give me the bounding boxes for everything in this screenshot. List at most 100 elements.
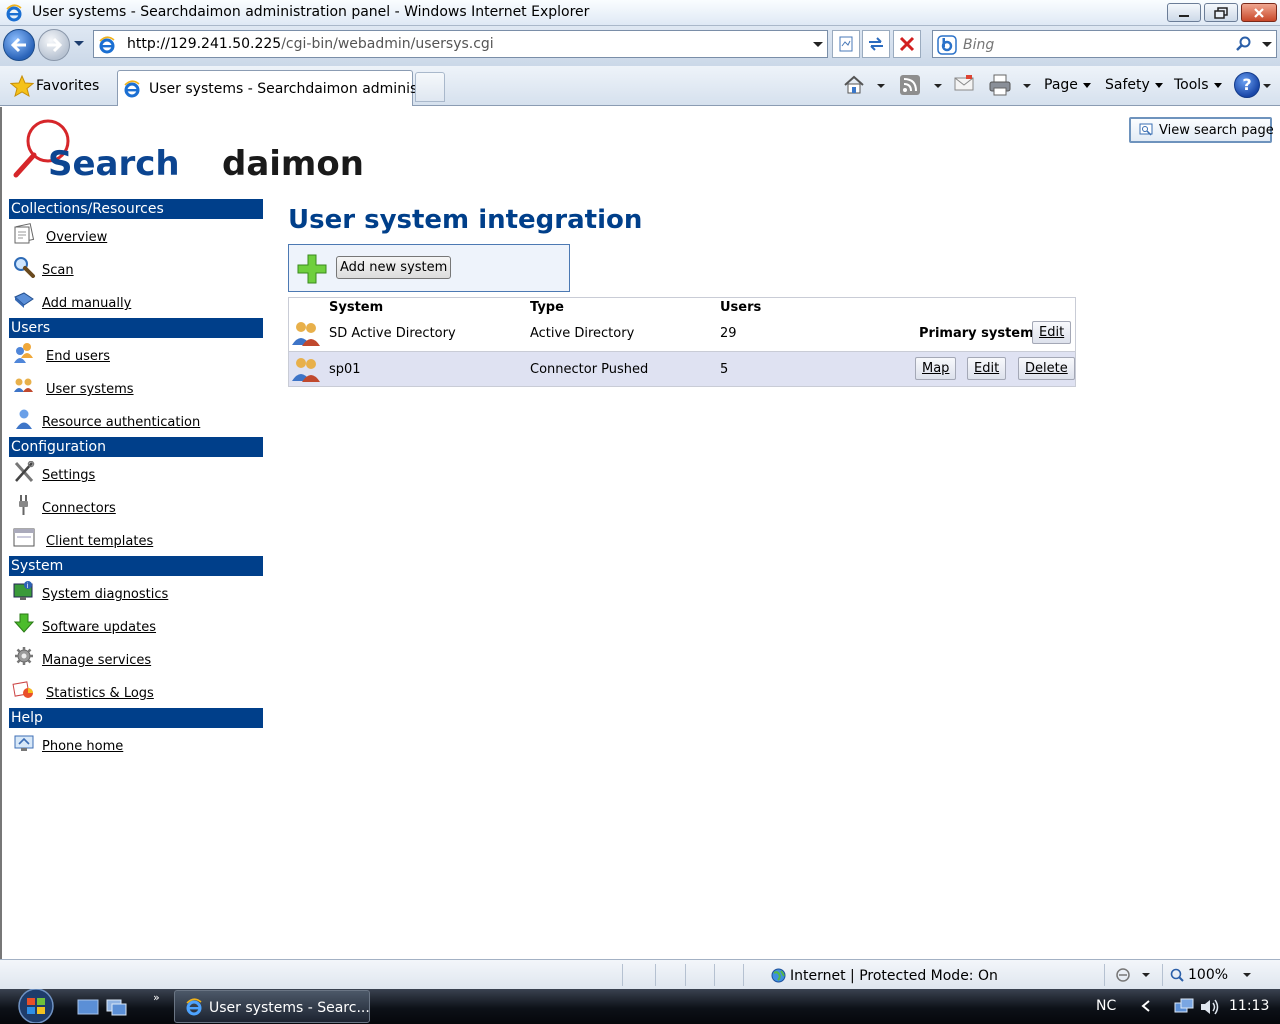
sidebar-item-end-users[interactable]: End users xyxy=(9,338,263,371)
download-arrow-icon xyxy=(13,613,35,633)
clock[interactable]: 11:13 xyxy=(1229,998,1269,1014)
address-dropdown-icon[interactable] xyxy=(813,42,823,48)
star-icon xyxy=(10,75,34,97)
logo-text-daimon: daimon xyxy=(222,144,364,184)
back-button[interactable] xyxy=(3,29,35,61)
status-separator xyxy=(1104,964,1105,986)
taskbar-item-label: User systems - Searc... xyxy=(209,1000,370,1016)
table-row: sp01 Connector Pushed 5 Map Edit Delete xyxy=(289,351,1075,386)
print-dropdown-icon[interactable] xyxy=(1023,84,1031,89)
sidebar-item-client-templates[interactable]: Client templates xyxy=(9,523,263,556)
window-title-bar: User systems - Searchdaimon administrati… xyxy=(0,0,1280,26)
zoom-dropdown-icon[interactable] xyxy=(1243,973,1251,978)
language-indicator[interactable]: NC xyxy=(1096,998,1116,1014)
sidebar-item-manage-services[interactable]: Manage services xyxy=(9,642,263,675)
help-dropdown-icon[interactable] xyxy=(1263,84,1271,89)
switch-windows-icon[interactable] xyxy=(106,998,128,1016)
delete-button[interactable]: Delete xyxy=(1018,357,1075,380)
sidebar-item-add-manually[interactable]: Add manually xyxy=(9,285,263,318)
tools-menu[interactable]: Tools xyxy=(1174,77,1222,93)
sidebar-link-system-diagnostics[interactable]: System diagnostics xyxy=(42,587,168,602)
new-tab-button[interactable] xyxy=(415,72,445,102)
search-dropdown-icon[interactable] xyxy=(1262,42,1272,48)
stop-button[interactable] xyxy=(893,30,921,58)
forward-button[interactable] xyxy=(38,29,70,61)
search-box[interactable] xyxy=(932,30,1277,58)
status-separator xyxy=(743,964,744,986)
history-dropdown-icon[interactable] xyxy=(73,40,85,48)
feeds-icon[interactable] xyxy=(899,74,921,96)
status-separator xyxy=(685,964,686,986)
sidebar-item-overview[interactable]: Overview xyxy=(9,219,263,252)
popup-dropdown-icon[interactable] xyxy=(1142,973,1150,978)
security-zone[interactable]: Internet | Protected Mode: On xyxy=(790,968,998,984)
sidebar-link-scan[interactable]: Scan xyxy=(42,263,74,278)
edit-button[interactable]: Edit xyxy=(1032,321,1072,344)
sidebar-item-statistics-logs[interactable]: Statistics & Logs xyxy=(9,675,263,708)
tab-user-systems[interactable]: User systems - Searchdaimon adminis... xyxy=(117,70,431,106)
restore-button[interactable] xyxy=(1204,3,1238,22)
sidebar-item-phone-home[interactable]: Phone home xyxy=(9,728,263,761)
sidebar-link-user-systems[interactable]: User systems xyxy=(46,382,134,397)
sidebar-item-settings[interactable]: Settings xyxy=(9,457,263,490)
plus-icon xyxy=(297,254,327,284)
refresh-button[interactable] xyxy=(862,30,890,58)
sidebar-item-connectors[interactable]: Connectors xyxy=(9,490,263,523)
map-button[interactable]: Map xyxy=(915,357,957,380)
zoom-level[interactable]: 100% xyxy=(1188,967,1228,983)
sidebar-item-software-updates[interactable]: Software updates xyxy=(9,609,263,642)
column-header-type: Type xyxy=(530,300,564,315)
search-icon[interactable] xyxy=(1236,36,1252,52)
sidebar-link-software-updates[interactable]: Software updates xyxy=(42,620,156,635)
sidebar-link-phone-home[interactable]: Phone home xyxy=(42,739,123,754)
sidebar-link-statistics-logs[interactable]: Statistics & Logs xyxy=(46,686,154,701)
add-new-system-button[interactable]: Add new system xyxy=(336,256,452,279)
sidebar-item-user-systems[interactable]: User systems xyxy=(9,371,263,404)
edit-button[interactable]: Edit xyxy=(967,357,1007,380)
favorites-button[interactable]: Favorites xyxy=(4,72,107,100)
zoom-icon xyxy=(1170,968,1184,982)
mail-icon[interactable] xyxy=(953,74,975,94)
feeds-dropdown-icon[interactable] xyxy=(934,84,942,89)
sidebar-link-client-templates[interactable]: Client templates xyxy=(46,534,153,549)
volume-icon[interactable] xyxy=(1199,997,1221,1017)
ie-page-icon xyxy=(99,36,115,54)
favorites-label: Favorites xyxy=(36,78,100,94)
address-bar[interactable]: http://129.241.50.225/cgi-bin/webadmin/u… xyxy=(93,30,828,58)
home-dropdown-icon[interactable] xyxy=(877,84,885,89)
sidebar-link-add-manually[interactable]: Add manually xyxy=(42,296,131,311)
start-button[interactable] xyxy=(10,989,62,1023)
user-group-icon xyxy=(14,378,33,392)
sidebar-link-overview[interactable]: Overview xyxy=(46,230,107,245)
sidebar-link-resource-authentication[interactable]: Resource authentication xyxy=(42,415,200,430)
popup-blocker-icon[interactable] xyxy=(1114,967,1132,983)
sidebar-item-system-diagnostics[interactable]: i System diagnostics xyxy=(9,576,263,609)
tray-expand-icon[interactable] xyxy=(1141,1000,1151,1012)
url-text[interactable]: http://129.241.50.225/cgi-bin/webadmin/u… xyxy=(127,36,494,52)
quick-launch-overflow-icon[interactable]: » xyxy=(153,991,160,1004)
page-title: User system integration xyxy=(288,205,643,235)
help-button[interactable]: ? xyxy=(1234,72,1260,98)
page-menu[interactable]: Page xyxy=(1044,77,1091,93)
minimize-button[interactable] xyxy=(1167,3,1201,22)
status-separator xyxy=(1162,964,1163,986)
windows-taskbar: » User systems - Searc... NC 11:13 xyxy=(0,989,1280,1024)
taskbar-item-ie[interactable]: User systems - Searc... xyxy=(174,990,370,1023)
search-input[interactable] xyxy=(963,35,1223,55)
view-search-page-button[interactable]: View search page xyxy=(1129,117,1274,143)
gear-icon xyxy=(15,647,33,665)
sidebar-link-settings[interactable]: Settings xyxy=(42,468,95,483)
sidebar-link-end-users[interactable]: End users xyxy=(46,349,110,364)
sidebar-link-manage-services[interactable]: Manage services xyxy=(42,653,151,668)
print-icon[interactable] xyxy=(988,74,1012,96)
safety-menu[interactable]: Safety xyxy=(1105,77,1163,93)
chart-icon xyxy=(12,681,33,698)
close-window-button[interactable] xyxy=(1241,3,1277,22)
home-icon[interactable] xyxy=(843,74,865,96)
sidebar-item-resource-authentication[interactable]: Resource authentication xyxy=(9,404,263,437)
show-desktop-icon[interactable] xyxy=(77,998,99,1016)
network-icon[interactable] xyxy=(1173,997,1195,1017)
sidebar-item-scan[interactable]: Scan xyxy=(9,252,263,285)
compatibility-view-button[interactable] xyxy=(832,30,860,58)
sidebar-link-connectors[interactable]: Connectors xyxy=(42,501,116,516)
